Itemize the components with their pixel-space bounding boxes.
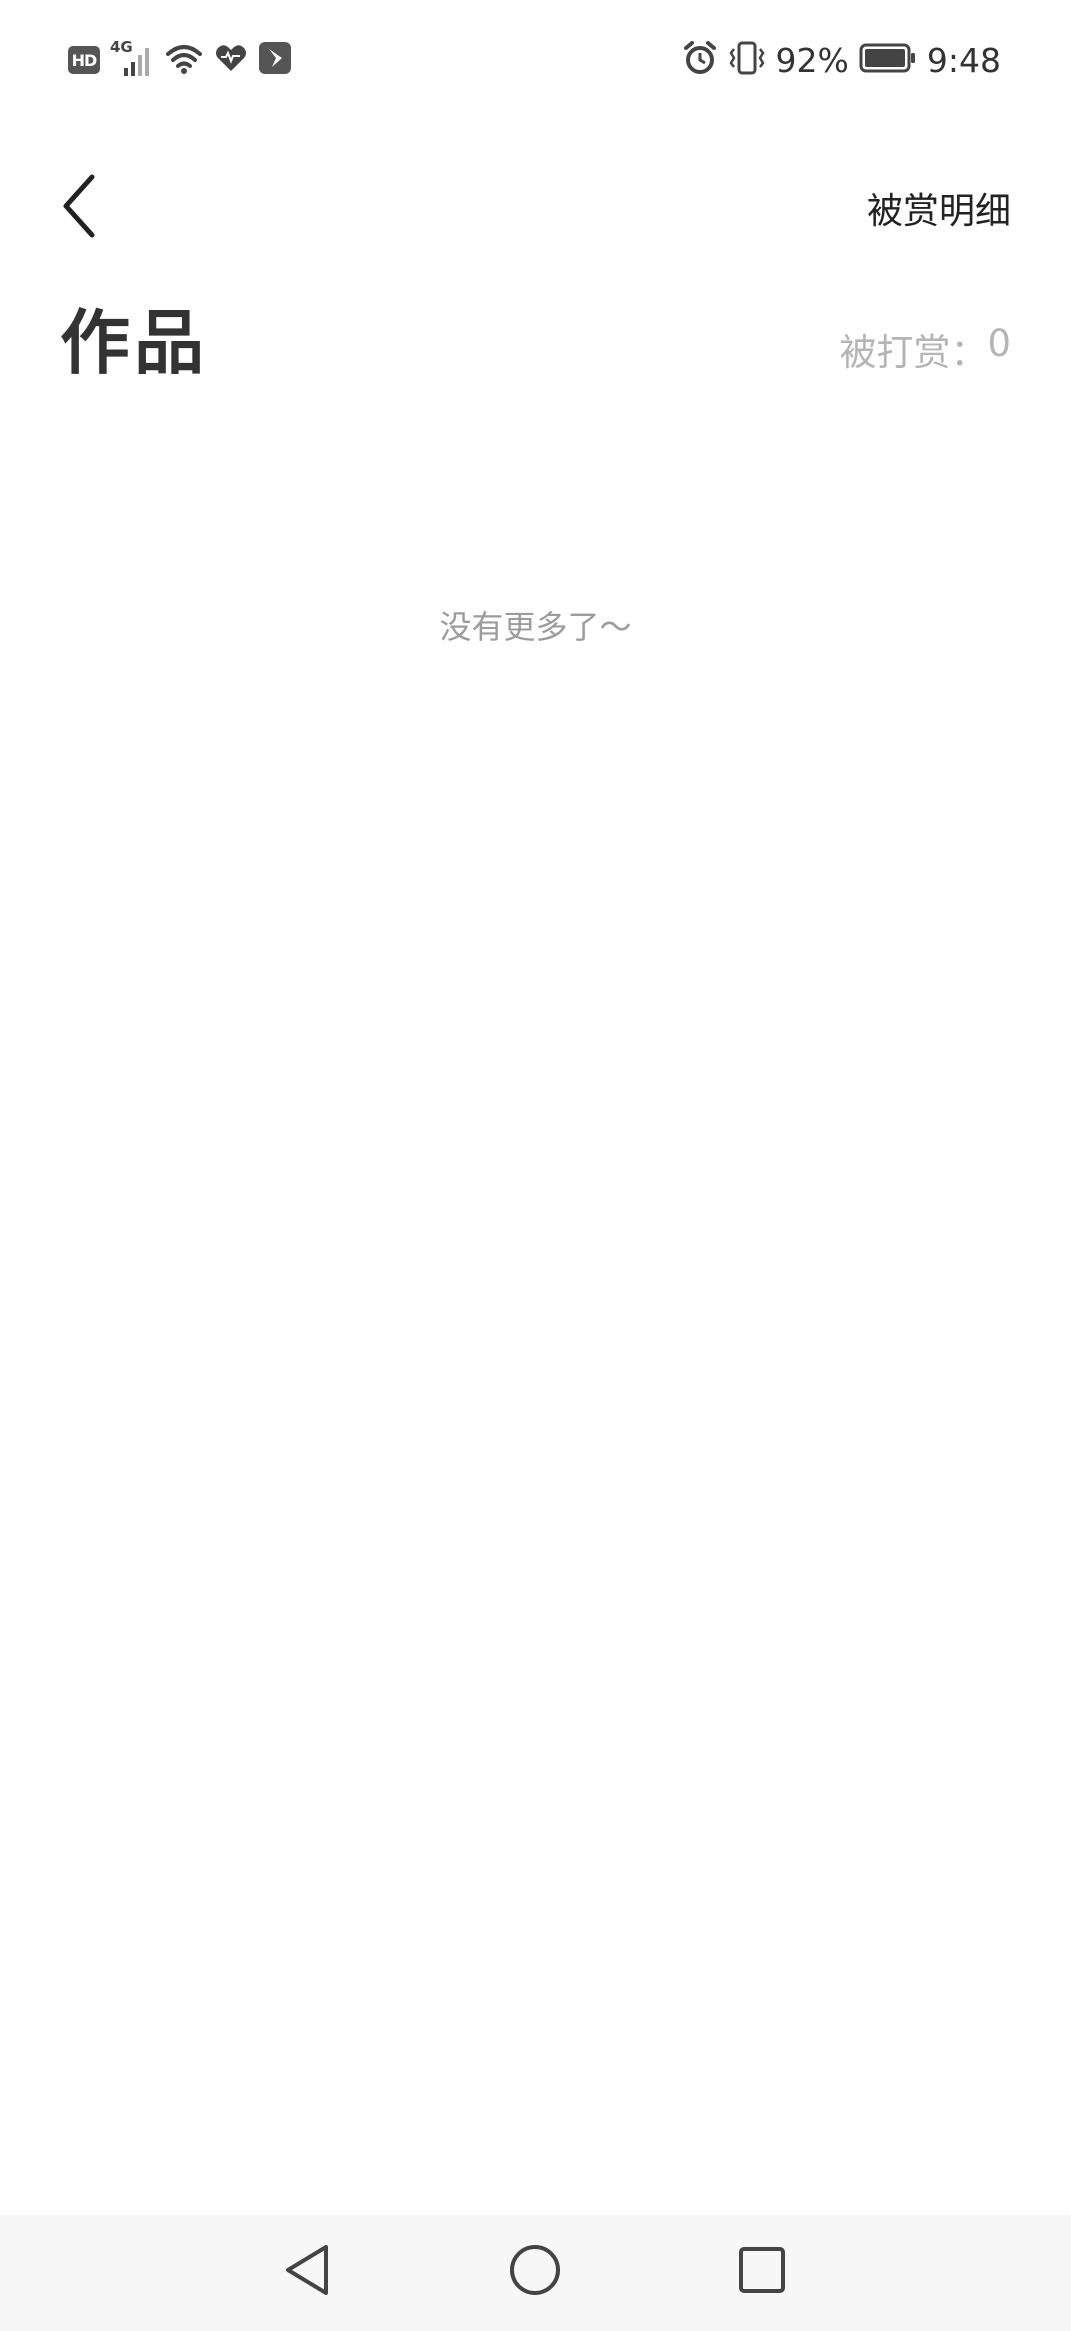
reward-count-label: 被打赏： [839,331,988,374]
battery-percent: 92% [775,40,849,80]
reward-count-value: 0 [987,322,1011,365]
recents-square-icon [739,2247,785,2293]
health-icon [214,41,248,79]
wifi-icon [164,40,204,80]
nav-home-button[interactable] [500,2235,570,2305]
system-nav-bar [0,2215,1071,2331]
clock-time: 9:48 [926,40,1001,80]
back-button[interactable] [48,166,108,246]
reward-count: 被打赏： 0 [839,322,1011,376]
vibrate-icon [728,40,766,80]
battery-icon [859,42,917,78]
status-bar-left: HD 4G [68,38,292,80]
home-circle-icon [510,2245,560,2295]
back-triangle-icon [286,2245,328,2295]
nav-recents-button[interactable] [727,2235,797,2305]
status-bar: HD 4G 92% 9:48 [0,0,1071,120]
reward-detail-link[interactable]: 被赏明细 [867,182,1011,234]
empty-state-message: 没有更多了～ [439,608,632,646]
chevron-left-icon [63,174,95,238]
hd-icon: HD [68,46,100,74]
app-notification-icon [258,41,292,79]
signal-icon: 4G [110,38,154,78]
status-bar-right: 92% 9:48 [682,40,1001,80]
page-title: 作品 [60,302,208,384]
network-type-label: 4G [110,38,133,56]
alarm-icon [682,40,718,80]
nav-back-button[interactable] [272,2235,342,2305]
